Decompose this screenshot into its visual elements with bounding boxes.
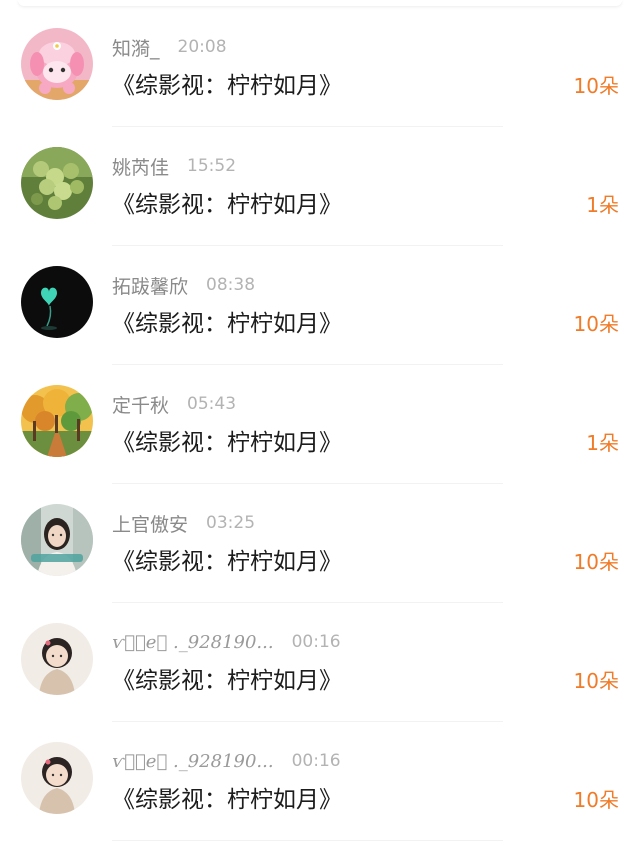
book-title[interactable]: 《综影视：柠柠如月》: [112, 66, 342, 100]
avatar[interactable]: [21, 266, 93, 338]
green-grapes-avatar-icon: [21, 147, 93, 219]
meta-line: 拓跋馨欣 08:38: [112, 272, 255, 298]
user-name[interactable]: 定千秋: [112, 391, 169, 418]
book-title[interactable]: 《综影视：柠柠如月》: [112, 185, 342, 219]
post-time: 20:08: [177, 37, 227, 57]
gift-count: 10朵: [573, 74, 619, 98]
meta-line: ѵℵͩ𝑒𝓌 ._928190... 00:16: [112, 629, 341, 655]
girl-portrait-avatar-icon: [21, 504, 93, 576]
list-item[interactable]: 定千秋 05:43 《综影视：柠柠如月》 1朵: [0, 365, 640, 484]
divider: [112, 840, 503, 841]
gift-count: 10朵: [573, 550, 619, 574]
gift-count: 10朵: [573, 788, 619, 812]
avatar[interactable]: [21, 28, 93, 100]
book-title[interactable]: 《综影视：柠柠如月》: [112, 661, 342, 695]
book-title[interactable]: 《综影视：柠柠如月》: [112, 780, 342, 814]
toddler-avatar-icon: [21, 742, 93, 814]
post-time: 00:16: [291, 632, 341, 652]
meta-line: 知漪_ 20:08: [112, 34, 227, 60]
card-top-edge: [18, 0, 622, 6]
post-time: 08:38: [206, 275, 256, 295]
meta-line: 定千秋 05:43: [112, 391, 236, 417]
gift-list: 知漪_ 20:08 《综影视：柠柠如月》 10朵 姚芮佳 15:52 《综影视：…: [0, 8, 640, 841]
meta-line: ѵℵͩ𝑒𝓌 ._928190... 00:16: [112, 748, 341, 774]
avatar[interactable]: [21, 385, 93, 457]
book-title[interactable]: 《综影视：柠柠如月》: [112, 423, 342, 457]
list-item[interactable]: 姚芮佳 15:52 《综影视：柠柠如月》 1朵: [0, 127, 640, 246]
gift-count: 1朵: [586, 431, 619, 455]
user-name[interactable]: 上官傲安: [112, 510, 188, 537]
post-time: 05:43: [187, 394, 237, 414]
dark-heart-balloon-avatar-icon: [21, 266, 93, 338]
gift-count: 1朵: [586, 193, 619, 217]
avatar[interactable]: [21, 504, 93, 576]
autumn-trees-avatar-icon: [21, 385, 93, 457]
meta-line: 姚芮佳 15:52: [112, 153, 236, 179]
user-name[interactable]: 拓跋馨欣: [112, 272, 188, 299]
post-time: 03:25: [206, 513, 256, 533]
book-title[interactable]: 《综影视：柠柠如月》: [112, 542, 342, 576]
list-item[interactable]: ѵℵͩ𝑒𝓌 ._928190... 00:16 《综影视：柠柠如月》 10朵: [0, 603, 640, 722]
user-name[interactable]: 知漪_: [112, 34, 160, 61]
avatar[interactable]: [21, 147, 93, 219]
meta-line: 上官傲安 03:25: [112, 510, 255, 536]
gift-count: 10朵: [573, 669, 619, 693]
gift-count: 10朵: [573, 312, 619, 336]
user-name[interactable]: 姚芮佳: [112, 153, 169, 180]
list-item[interactable]: 上官傲安 03:25 《综影视：柠柠如月》 10朵: [0, 484, 640, 603]
user-name[interactable]: ѵℵͩ𝑒𝓌 ._928190...: [112, 632, 274, 653]
pink-sheep-avatar-icon: [21, 28, 93, 100]
list-item[interactable]: 知漪_ 20:08 《综影视：柠柠如月》 10朵: [0, 8, 640, 127]
avatar[interactable]: [21, 742, 93, 814]
avatar[interactable]: [21, 623, 93, 695]
list-item[interactable]: 拓跋馨欣 08:38 《综影视：柠柠如月》 10朵: [0, 246, 640, 365]
toddler-avatar-icon: [21, 623, 93, 695]
post-time: 15:52: [187, 156, 237, 176]
user-name[interactable]: ѵℵͩ𝑒𝓌 ._928190...: [112, 751, 274, 772]
list-item[interactable]: ѵℵͩ𝑒𝓌 ._928190... 00:16 《综影视：柠柠如月》 10朵: [0, 722, 640, 841]
post-time: 00:16: [291, 751, 341, 771]
book-title[interactable]: 《综影视：柠柠如月》: [112, 304, 342, 338]
